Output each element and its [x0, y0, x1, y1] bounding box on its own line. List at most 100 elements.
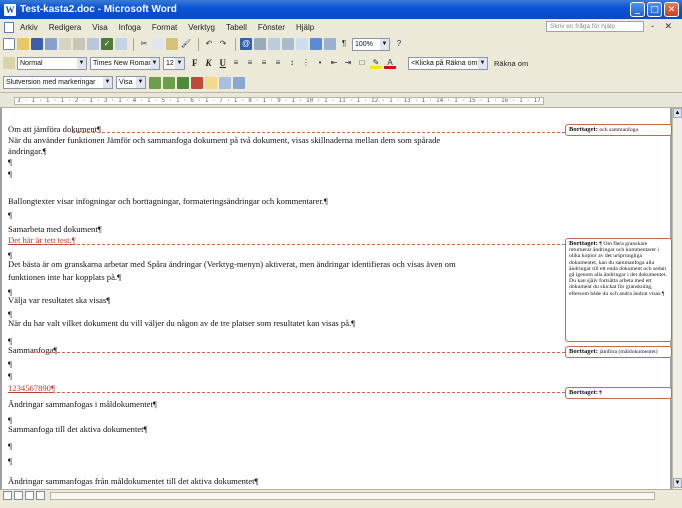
hyperlink-icon[interactable]: @ — [240, 38, 252, 50]
minimize-button[interactable]: _ — [630, 2, 645, 17]
copy-icon[interactable] — [152, 38, 164, 50]
format-painter-icon[interactable]: 🖌 — [180, 38, 192, 50]
menu-visa[interactable]: Visa — [92, 23, 107, 32]
tables-borders-icon[interactable] — [254, 38, 266, 50]
horizontal-ruler[interactable]: 3 · 1 · 1 · 1 · 2 · 1 · 3 · 1 · 4 · 1 · … — [0, 94, 682, 108]
paste-icon[interactable] — [166, 38, 178, 50]
insert-table-icon[interactable] — [268, 38, 280, 50]
zoom-select[interactable]: 100% ▼ — [352, 37, 390, 51]
word-app-icon: W — [4, 3, 16, 16]
scroll-down-icon[interactable]: ▼ — [673, 478, 682, 488]
toolbar-separator — [198, 37, 199, 51]
reviewing-pane-icon[interactable] — [233, 76, 245, 89]
menu-hjalp[interactable]: Hjälp — [296, 23, 314, 32]
balloon-connector — [32, 352, 565, 353]
close-button[interactable]: ✕ — [664, 2, 679, 17]
align-right-icon[interactable]: ≡ — [258, 57, 270, 69]
italic-button[interactable]: K — [206, 58, 212, 68]
deletion-balloon[interactable]: Borttaget: ¶ Om flera granskare returner… — [565, 238, 672, 342]
formatting-toolbar: Normal ▼ Times New Roman ▼ 12 ▼ F K U ≡ ≡ ≡… — [0, 53, 682, 73]
doc-line: Sammanfoga¶ — [8, 345, 58, 355]
increase-indent-icon[interactable]: ⇥ — [342, 57, 354, 69]
toolbar-separator — [235, 37, 236, 51]
email-icon[interactable] — [59, 38, 71, 50]
open-folder-icon[interactable] — [17, 38, 29, 50]
window-title: Test-kasta2.doc - Microsoft Word — [20, 4, 177, 15]
balloon-connector — [42, 392, 565, 393]
print-layout-icon[interactable] — [25, 491, 34, 500]
menu-infoga[interactable]: Infoga — [119, 23, 141, 32]
redo-icon[interactable]: ↷ — [217, 38, 229, 50]
save-icon[interactable] — [31, 38, 43, 50]
insert-comment-icon[interactable] — [205, 76, 217, 89]
menu-fonster[interactable]: Fönster — [258, 23, 285, 32]
show-menu-button[interactable]: Visa ▼ — [116, 76, 146, 89]
document-map-icon[interactable] — [324, 38, 336, 50]
horizontal-scrollbar[interactable] — [50, 492, 655, 500]
menu-verktyg[interactable]: Verktyg — [188, 23, 215, 32]
style-select[interactable]: Normal ▼ — [17, 56, 87, 70]
line-spacing-icon[interactable]: ↕ — [286, 57, 298, 69]
borders-icon[interactable]: □ — [356, 57, 368, 69]
menu-redigera[interactable]: Redigera — [49, 23, 81, 32]
font-size-select[interactable]: 12 ▼ — [163, 56, 185, 70]
cut-icon[interactable]: ✂ — [138, 38, 150, 50]
doc-line: Ballongtexter visar infogningar och bort… — [8, 196, 328, 206]
font-select[interactable]: Times New Roman ▼ — [90, 56, 160, 70]
align-left-icon[interactable]: ≡ — [230, 57, 242, 69]
doc-line: Samarbeta med dokument¶ — [8, 224, 102, 234]
show-hide-icon[interactable]: ¶ — [338, 38, 350, 50]
recalculate-button[interactable]: Räkna om — [494, 59, 528, 68]
highlight-icon[interactable]: ✎ — [370, 57, 383, 69]
scroll-up-icon[interactable]: ▲ — [673, 108, 682, 118]
track-changes-icon[interactable] — [219, 76, 231, 89]
drawing-icon[interactable] — [310, 38, 322, 50]
align-center-icon[interactable]: ≡ — [244, 57, 256, 69]
new-document-icon[interactable] — [3, 38, 15, 50]
decrease-indent-icon[interactable]: ⇤ — [328, 57, 340, 69]
document-icon[interactable] — [4, 21, 14, 33]
research-icon[interactable] — [115, 38, 127, 50]
outline-view-icon[interactable] — [36, 491, 45, 500]
display-for-review-select[interactable]: Slutversion med markeringar ▼ — [3, 76, 113, 89]
next-change-icon[interactable] — [163, 76, 175, 89]
print-icon[interactable] — [73, 38, 85, 50]
field-lookup-select[interactable]: <Klicka på Räkna om> ▼ — [408, 56, 489, 70]
deletion-balloon[interactable]: Borttaget: ¶ — [565, 387, 672, 400]
permission-icon[interactable] — [45, 38, 57, 50]
deletion-balloon[interactable]: Borttaget: och sammanfoga — [565, 124, 672, 137]
menu-tabell[interactable]: Tabell — [226, 23, 247, 32]
doc-line: ¶ — [8, 371, 12, 381]
font-color-icon[interactable]: A — [384, 57, 397, 69]
title-bar: W Test-kasta2.doc - Microsoft Word _ □ ✕ — [0, 0, 682, 19]
status-bar — [0, 501, 682, 508]
justify-icon[interactable]: ≡ — [272, 57, 284, 69]
reject-change-icon[interactable] — [191, 76, 203, 89]
help-icon[interactable]: ? — [393, 38, 405, 50]
spelling-icon[interactable]: ✓ — [101, 38, 113, 50]
numbering-icon[interactable]: ⋮ — [300, 57, 312, 69]
help-search-input[interactable]: Skriv en fråga för hjälp — [546, 21, 644, 32]
previous-change-icon[interactable] — [149, 76, 161, 89]
undo-icon[interactable]: ↶ — [203, 38, 215, 50]
insert-excel-icon[interactable] — [282, 38, 294, 50]
columns-icon[interactable] — [296, 38, 308, 50]
underline-button[interactable]: U — [220, 58, 227, 68]
bold-button[interactable]: F — [192, 58, 198, 68]
toolbar-separator — [133, 37, 134, 51]
maximize-button[interactable]: □ — [647, 2, 662, 17]
deletion-balloon[interactable]: Borttaget: jämföra (måldokumentet) — [565, 346, 672, 359]
normal-view-icon[interactable] — [3, 491, 12, 500]
bullets-icon[interactable]: • — [314, 57, 326, 69]
styles-pane-icon[interactable] — [3, 57, 15, 69]
ruler-scale: 3 · 1 · 1 · 1 · 2 · 1 · 3 · 1 · 4 · 1 · … — [14, 97, 544, 105]
vertical-scrollbar[interactable]: ▲ ▼ — [672, 108, 682, 489]
menu-format[interactable]: Format — [152, 23, 177, 32]
web-layout-icon[interactable] — [14, 491, 23, 500]
document-window-controls[interactable]: - ✕ — [651, 21, 676, 32]
document-page[interactable]: Om att jämföra dokument¶ När du använder… — [2, 108, 672, 489]
menu-arkiv[interactable]: Arkiv — [20, 23, 38, 32]
accept-change-icon[interactable] — [177, 76, 189, 89]
print-preview-icon[interactable] — [87, 38, 99, 50]
doc-line: funktionen inte har kopplats på.¶ — [8, 272, 121, 282]
